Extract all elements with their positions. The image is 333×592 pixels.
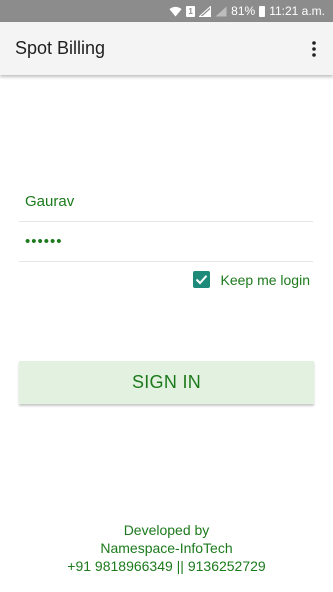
status-bar: 1 81% 11:21 a.m.	[0, 0, 333, 22]
battery-percent: 81%	[231, 4, 256, 18]
sign-in-button[interactable]: SIGN IN	[19, 361, 314, 404]
checkmark-icon	[196, 275, 208, 285]
username-field-container	[19, 182, 313, 222]
credits-company: Namespace-InfoTech	[100, 540, 233, 556]
keep-me-login-label: Keep me login	[220, 271, 310, 288]
signal-icon	[199, 5, 212, 17]
more-vert-icon[interactable]	[299, 29, 329, 69]
status-time: 11:21 a.m.	[269, 4, 325, 18]
credits-line-1: Developed by	[123, 522, 210, 538]
app-bar: Spot Billing	[0, 22, 333, 75]
keep-me-login-checkbox[interactable]	[193, 271, 211, 288]
wifi-icon	[169, 6, 182, 17]
developer-credits: Developed by Namespace-InfoTech +91 9818…	[0, 521, 333, 575]
password-input[interactable]	[19, 222, 313, 260]
password-field-container	[19, 222, 313, 262]
sim-icon: 1	[186, 5, 196, 17]
signal-icon-2	[215, 6, 227, 17]
username-input[interactable]	[19, 182, 313, 220]
app-title: Spot Billing	[15, 38, 106, 58]
keep-me-login-row[interactable]: Keep me login	[193, 271, 310, 288]
credits-phone: +91 9818966349 || 9136252729	[67, 558, 266, 574]
battery-icon	[259, 5, 266, 17]
